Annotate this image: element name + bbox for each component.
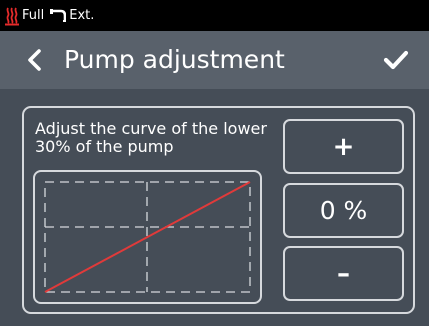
plus-icon: + bbox=[332, 131, 355, 162]
faucet-icon bbox=[50, 9, 67, 22]
decrease-button[interactable]: – bbox=[283, 246, 404, 301]
page-title: Pump adjustment bbox=[64, 45, 285, 74]
confirm-button[interactable] bbox=[378, 44, 414, 76]
adjustment-value: 0 % bbox=[283, 183, 404, 238]
status-bar: Full Ext. bbox=[0, 0, 429, 31]
increase-button[interactable]: + bbox=[283, 119, 404, 174]
heating-mode-label: Full bbox=[22, 8, 45, 23]
water-source-label: Ext. bbox=[69, 8, 95, 23]
checkmark-icon bbox=[383, 50, 409, 70]
header-bar: Pump adjustment bbox=[0, 31, 429, 89]
back-button[interactable] bbox=[20, 43, 50, 77]
pump-curve-graph bbox=[33, 170, 262, 304]
chevron-left-icon bbox=[28, 49, 41, 71]
minus-icon: – bbox=[337, 258, 350, 289]
heating-icon bbox=[5, 7, 19, 25]
instruction-text: Adjust the curve of the lower 30% of the… bbox=[35, 119, 267, 156]
